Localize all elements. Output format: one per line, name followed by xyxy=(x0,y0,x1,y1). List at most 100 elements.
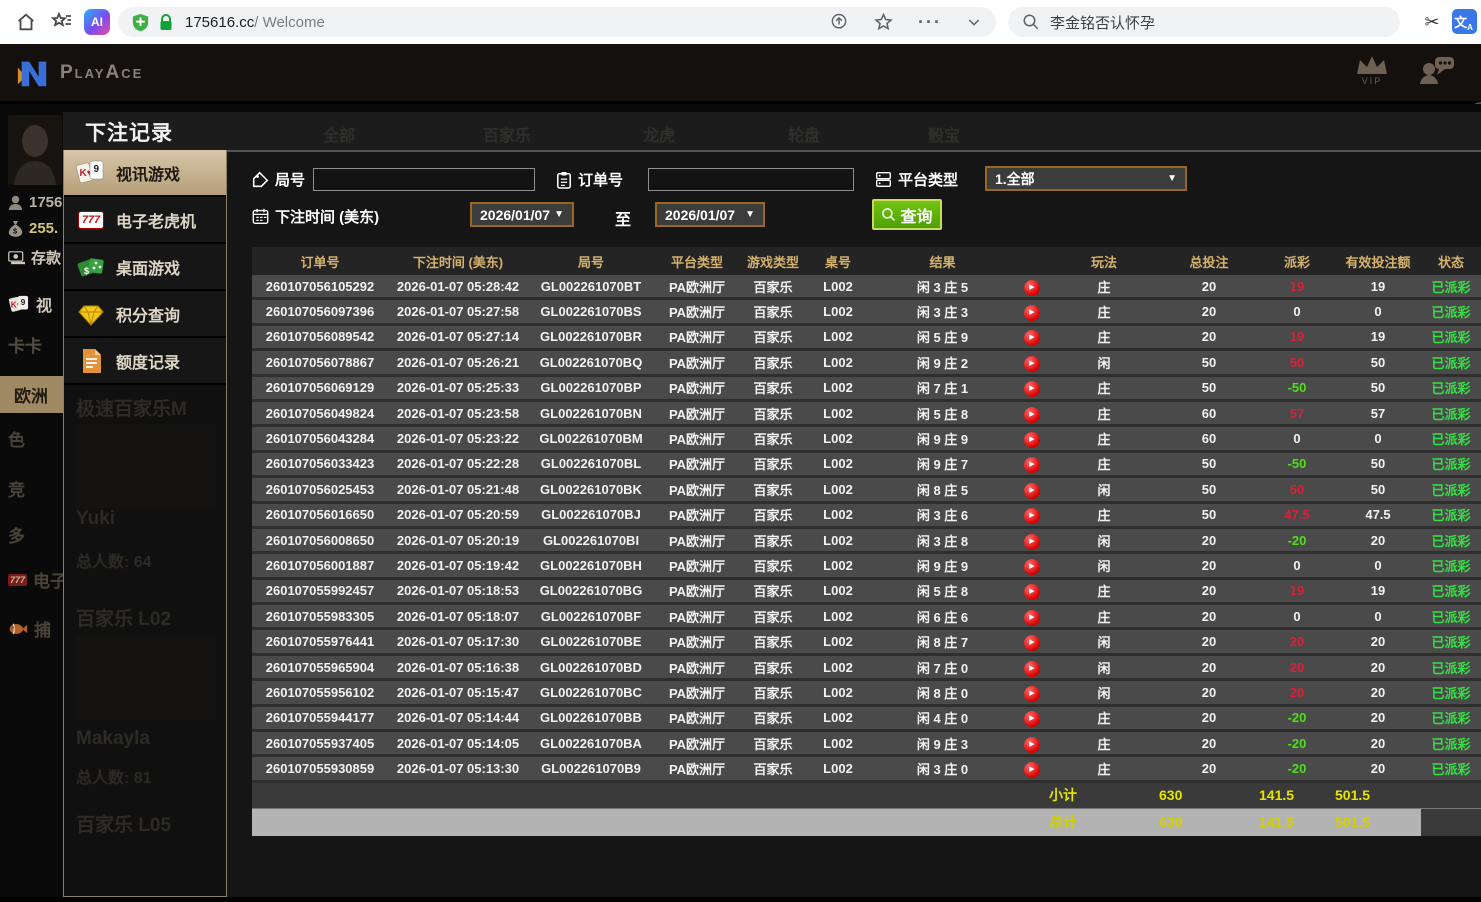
cell-platform: PA欧洲厅 xyxy=(654,504,740,529)
cell-result: 闲 9 庄 9 xyxy=(870,554,1015,579)
play-button[interactable]: ▶ xyxy=(1024,762,1040,778)
cell-total-bet: 50 xyxy=(1159,351,1259,376)
play-button[interactable]: ▶ xyxy=(1024,584,1040,600)
table-row: 260107056078867 2026-01-07 05:26:21 GL00… xyxy=(252,351,1481,376)
play-button[interactable]: ▶ xyxy=(1024,457,1040,473)
table-row: 260107056033423 2026-01-07 05:22:28 GL00… xyxy=(252,453,1481,478)
play-button[interactable]: ▶ xyxy=(1024,635,1040,651)
play-button[interactable]: ▶ xyxy=(1024,305,1040,321)
address-bar[interactable]: 175616.cc / Welcome ··· xyxy=(118,7,996,37)
play-button[interactable]: ▶ xyxy=(1024,381,1040,397)
order-number-input[interactable] xyxy=(648,168,854,191)
cell-total-bet: 20 xyxy=(1159,605,1259,630)
round-number-input[interactable] xyxy=(313,168,535,191)
order-number-label: 订单号 xyxy=(556,169,623,190)
search-bar[interactable]: 李金铭否认怀孕 xyxy=(1008,7,1400,37)
play-button[interactable]: ▶ xyxy=(1024,407,1040,423)
clip-icon[interactable]: ✂ xyxy=(1418,8,1446,36)
url-host: 175616.cc xyxy=(185,14,254,31)
sidebar-item-video-games[interactable]: K♥9 视讯游戏 xyxy=(64,150,226,197)
play-button[interactable]: ▶ xyxy=(1024,508,1040,524)
cell-play: ▶ xyxy=(1015,300,1049,325)
play-button[interactable]: ▶ xyxy=(1024,711,1040,727)
play-button[interactable]: ▶ xyxy=(1024,330,1040,346)
shield-icon[interactable] xyxy=(132,13,149,32)
translate-icon[interactable]: 文A xyxy=(1452,9,1477,34)
cell-round: GL002261070BH xyxy=(528,554,654,579)
play-button[interactable]: ▶ xyxy=(1024,280,1040,296)
cell-result: 闲 9 庄 7 xyxy=(870,453,1015,478)
deposit-button[interactable]: 存款 xyxy=(8,247,61,268)
play-button[interactable]: ▶ xyxy=(1024,432,1040,448)
cards-icon: K♥9 xyxy=(76,159,106,187)
cell-result: 闲 6 庄 6 xyxy=(870,605,1015,630)
play-button[interactable]: ▶ xyxy=(1024,559,1040,575)
cell-status: 已派彩 xyxy=(1421,605,1481,630)
play-button[interactable]: ▶ xyxy=(1024,686,1040,702)
date-to-select[interactable]: 2026/01/07▼ xyxy=(655,202,765,227)
cell-status: 已派彩 xyxy=(1421,351,1481,376)
sidebar-item-table-games[interactable]: $ 桌面游戏 xyxy=(64,244,226,291)
play-button[interactable]: ▶ xyxy=(1024,610,1040,626)
cell-status: 已派彩 xyxy=(1421,275,1481,300)
cell-round: GL002261070BF xyxy=(528,605,654,630)
play-button[interactable]: ▶ xyxy=(1024,356,1040,372)
table-row: 260107055976441 2026-01-07 05:17:30 GL00… xyxy=(252,630,1481,655)
cell-valid-bet: 0 xyxy=(1335,554,1421,579)
brand-logo[interactable]: PlayAce xyxy=(14,56,143,90)
brand-name: PlayAce xyxy=(60,62,143,84)
sidebar-item-quota-records[interactable]: 额度记录 xyxy=(64,338,226,385)
more-menu-icon[interactable]: ··· xyxy=(918,12,942,33)
document-icon xyxy=(76,347,106,375)
ai-extension-icon[interactable]: AI xyxy=(84,9,110,35)
sidebar-item-slots[interactable]: 777 电子老虎机 xyxy=(64,197,226,244)
ghost-nav-duo: 多 xyxy=(8,522,25,547)
play-button[interactable]: ▶ xyxy=(1024,661,1040,677)
ghost-nav-video: K♥9 视 xyxy=(8,292,52,316)
cell-bet-type: 庄 xyxy=(1049,504,1159,529)
share-icon[interactable] xyxy=(829,12,849,32)
sidebar-item-points-query[interactable]: 积分查询 xyxy=(64,291,226,338)
cell-bet-type: 闲 xyxy=(1049,630,1159,655)
cell-round: GL002261070BA xyxy=(528,732,654,757)
date-from-select[interactable]: 2026/01/07▼ xyxy=(470,202,574,227)
play-button[interactable]: ▶ xyxy=(1024,534,1040,550)
cell-round: GL002261070B9 xyxy=(528,757,654,782)
browser-toolbar: AI 175616.cc / Welcome ··· xyxy=(0,0,1481,44)
cell-order: 260107056089542 xyxy=(252,326,388,351)
cell-payout: 0 xyxy=(1259,605,1335,630)
cell-result: 闲 3 庄 5 xyxy=(870,275,1015,300)
cell-table: L002 xyxy=(806,605,870,630)
platform-type-select[interactable]: 1.全部▼ xyxy=(985,166,1187,191)
query-button[interactable]: 查询 xyxy=(872,199,942,230)
modal-content: 局号 订单号 平台类型 1.全部▼ 下注时间 (美东) 2026/01/07▼ xyxy=(227,150,1481,897)
cell-payout: -50 xyxy=(1259,453,1335,478)
clipboard-icon xyxy=(556,171,572,189)
table-row: 260107056105292 2026-01-07 05:28:42 GL00… xyxy=(252,275,1481,300)
table-row: 260107055930859 2026-01-07 05:13:30 GL00… xyxy=(252,757,1481,782)
chevron-down-icon[interactable] xyxy=(966,14,982,30)
cell-play: ▶ xyxy=(1015,427,1049,452)
reading-list-icon[interactable] xyxy=(48,8,76,36)
col-status: 状态 xyxy=(1421,247,1481,275)
cell-valid-bet: 20 xyxy=(1335,529,1421,554)
vip-button[interactable]: VIP xyxy=(1355,54,1389,86)
cell-order: 260107055976441 xyxy=(252,630,388,655)
cell-game-type: 百家乐 xyxy=(740,326,806,351)
cell-payout: 0 xyxy=(1259,554,1335,579)
cell-round: GL002261070BK xyxy=(528,478,654,503)
search-icon xyxy=(1022,13,1040,31)
bookmark-star-icon[interactable] xyxy=(873,12,894,33)
play-button[interactable]: ▶ xyxy=(1024,737,1040,753)
cell-bet-type: 庄 xyxy=(1049,402,1159,427)
cell-play: ▶ xyxy=(1015,453,1049,478)
cell-status: 已派彩 xyxy=(1421,732,1481,757)
play-button[interactable]: ▶ xyxy=(1024,483,1040,499)
cell-valid-bet: 20 xyxy=(1335,707,1421,732)
table-header: 订单号 下注时间 (美东) 局号 平台类型 游戏类型 桌号 结果 玩法 总投注 … xyxy=(252,247,1481,275)
cell-result: 闲 8 庄 7 xyxy=(870,630,1015,655)
svg-text:9: 9 xyxy=(21,298,26,307)
customer-service-button[interactable] xyxy=(1419,55,1455,85)
cell-total-bet: 20 xyxy=(1159,529,1259,554)
home-icon[interactable] xyxy=(12,8,40,36)
